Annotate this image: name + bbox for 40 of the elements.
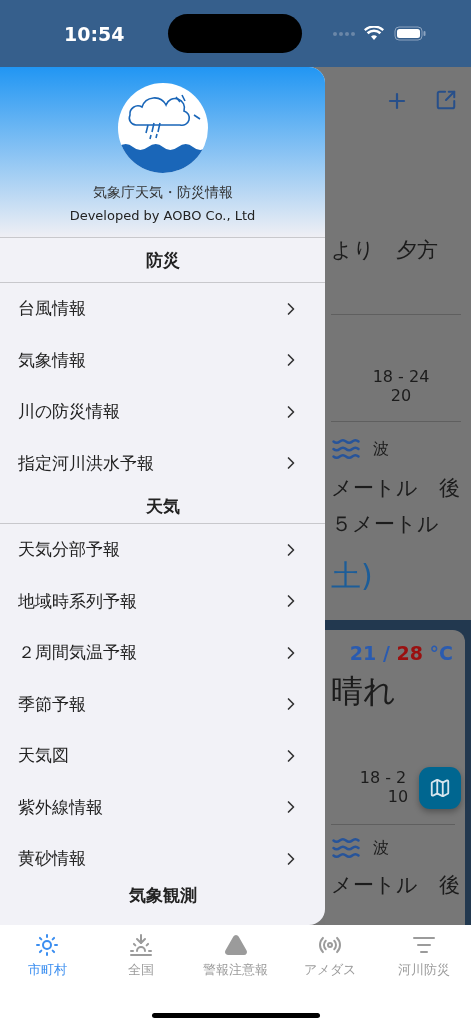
menu-item[interactable]: 台風情報: [0, 283, 325, 335]
section-title: 防災: [0, 237, 325, 283]
menu-item[interactable]: 気象情報: [0, 334, 325, 386]
sun-icon: [35, 933, 60, 957]
forecast-text: より 夕方: [331, 237, 439, 264]
menu-item[interactable]: 黄砂情報: [0, 833, 325, 885]
value-text: 20: [390, 386, 412, 405]
status-time: 10:54: [64, 22, 126, 45]
date-heading: 土): [331, 557, 374, 595]
battery-icon: [394, 26, 426, 41]
menu-item[interactable]: 地域時系列予報: [0, 575, 325, 627]
menu-item[interactable]: ２周間気温予報: [0, 627, 325, 679]
signal-icon: [332, 30, 356, 37]
section-title: 天気: [0, 489, 325, 524]
temperature-text: 21 / 28 °C: [349, 642, 453, 664]
tab[interactable]: 市町村: [0, 925, 95, 979]
warning-icon: [223, 933, 248, 957]
menu-item[interactable]: 川の防災情報: [0, 386, 325, 438]
temperature-range: 18 - 24: [372, 367, 430, 386]
value-text: 10: [387, 787, 409, 806]
weather-text: 晴れ: [331, 671, 397, 712]
map-button[interactable]: [419, 767, 461, 809]
share-icon[interactable]: [435, 89, 457, 111]
sunset-icon: [129, 933, 154, 957]
app-name: 気象庁天気・防災情報: [92, 184, 233, 202]
developer-credit: Developed by AOBO Co., Ltd: [69, 208, 256, 223]
wave-forecast: メートル 後: [331, 475, 461, 502]
section-title: 気象観測: [127, 884, 198, 907]
map-icon: [429, 777, 451, 799]
menu-item[interactable]: 指定河川洪水予報: [0, 437, 325, 489]
menu-item[interactable]: 天気分部予報: [0, 524, 325, 576]
menu-item[interactable]: 季節予報: [0, 678, 325, 730]
wifi-icon: [364, 26, 384, 41]
menu-item[interactable]: 天気図: [0, 730, 325, 782]
wave-forecast: メートル 後: [331, 872, 461, 899]
wave-label: 波: [373, 837, 389, 859]
wave-label: 波: [373, 438, 389, 460]
temperature-range: 18 - 2: [359, 768, 407, 787]
menu-item[interactable]: 紫外線情報: [0, 781, 325, 833]
wave-forecast: ５メートル: [331, 511, 440, 538]
